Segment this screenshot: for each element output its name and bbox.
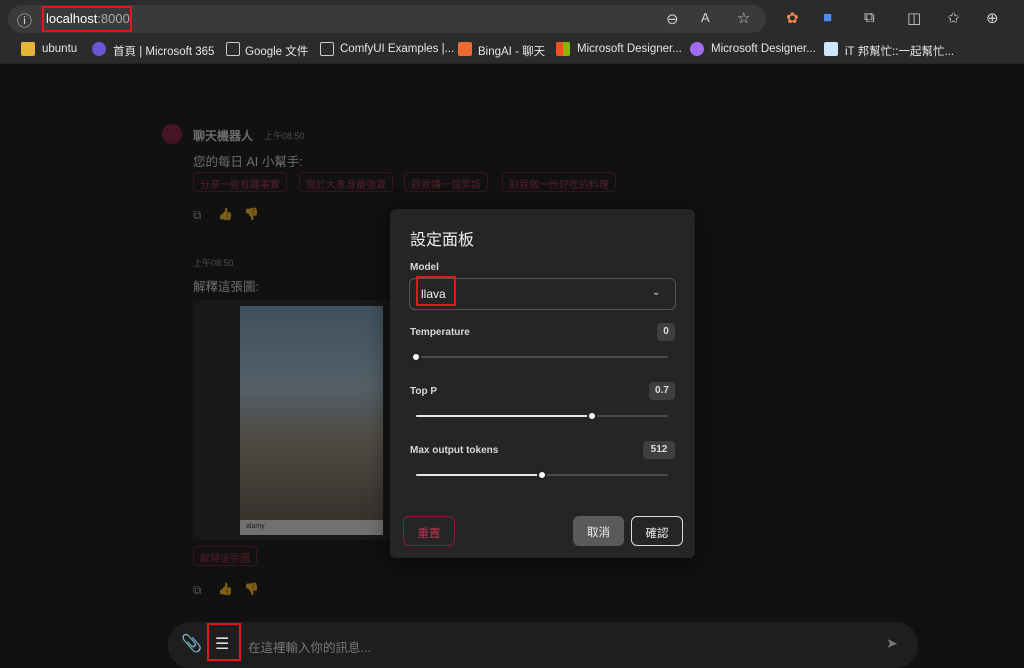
bookmark-comfyui[interactable]: ComfyUI Examples |... bbox=[340, 43, 454, 55]
url-host: localhost bbox=[46, 11, 98, 26]
bookmark-m365[interactable]: 首頁 | Microsoft 365 bbox=[113, 43, 214, 59]
bot-message: 您的每日 AI 小幫手: bbox=[193, 155, 303, 169]
confirm-button[interactable]: 確認 bbox=[631, 516, 683, 546]
thumbs-down-icon[interactable]: 👎 bbox=[244, 582, 259, 596]
suggestion-chip[interactable]: 分享一些有趣事實 bbox=[193, 172, 287, 192]
read-aloud-icon[interactable]: A bbox=[701, 10, 710, 25]
thumbs-up-icon[interactable]: 👍 bbox=[218, 582, 233, 596]
top-p-slider-thumb[interactable] bbox=[587, 411, 597, 421]
settings-sliders-icon[interactable]: ☰ bbox=[215, 634, 229, 654]
model-label: Model bbox=[410, 262, 439, 273]
bookmark-ithelp[interactable]: iT 邦幫忙::一起幫忙... bbox=[845, 43, 954, 59]
uploaded-image[interactable] bbox=[240, 306, 383, 535]
bookmark-bingai[interactable]: BingAI - 聊天 bbox=[478, 43, 545, 59]
user-chip[interactable]: 解釋這張圖 bbox=[193, 546, 257, 566]
temperature-label: Temperature bbox=[410, 327, 470, 338]
chevron-down-icon: ⌄ bbox=[652, 287, 661, 298]
m365-icon bbox=[92, 42, 106, 56]
translate-icon[interactable]: ■ bbox=[823, 9, 832, 26]
max-tokens-value: 512 bbox=[643, 441, 675, 459]
message-input[interactable]: 在這裡輸入你的訊息... bbox=[248, 637, 371, 656]
model-value: llava bbox=[421, 287, 446, 301]
cancel-button[interactable]: 取消 bbox=[573, 516, 624, 546]
bookmark-designer-2[interactable]: Microsoft Designer... bbox=[711, 43, 816, 55]
bot-name: 聊天機器人 bbox=[193, 129, 254, 143]
microsoft-icon bbox=[556, 42, 570, 56]
attach-icon[interactable]: 📎 bbox=[181, 634, 202, 654]
copy-icon[interactable]: ⧉ bbox=[193, 583, 202, 598]
temperature-value: 0 bbox=[657, 323, 675, 341]
bot-timestamp: 上午08:50 bbox=[264, 131, 305, 141]
max-tokens-slider-fill bbox=[416, 474, 542, 476]
bot-avatar bbox=[162, 124, 182, 144]
user-timestamp: 上午08:50 bbox=[193, 258, 234, 268]
max-tokens-label: Max output tokens bbox=[410, 445, 499, 456]
bookmark-google-docs[interactable]: Google 文件 bbox=[245, 43, 308, 59]
bingai-icon bbox=[458, 42, 472, 56]
thumbs-down-icon[interactable]: 👎 bbox=[244, 207, 259, 221]
bookmark-ubuntu[interactable]: ubuntu bbox=[42, 43, 77, 55]
top-p-value: 0.7 bbox=[649, 382, 675, 400]
top-p-slider-fill bbox=[416, 415, 592, 417]
favorites-icon[interactable]: ✩ bbox=[947, 9, 960, 27]
extension-icon[interactable]: ✿ bbox=[786, 9, 799, 27]
send-icon[interactable]: ➤ bbox=[886, 635, 898, 652]
info-icon[interactable]: ⓘ bbox=[17, 10, 32, 31]
page-icon bbox=[320, 42, 334, 56]
extensions-puzzle-icon[interactable]: ⧉ bbox=[864, 9, 875, 26]
collections-icon[interactable]: ⊕ bbox=[986, 9, 999, 27]
bookmark-designer-1[interactable]: Microsoft Designer... bbox=[577, 43, 682, 55]
suggestion-chip[interactable]: 關於大象身最強寶 bbox=[299, 172, 393, 192]
thumbs-up-icon[interactable]: 👍 bbox=[218, 207, 233, 221]
top-p-label: Top P bbox=[410, 386, 438, 397]
favorite-star-icon[interactable]: ☆ bbox=[737, 9, 750, 27]
temperature-slider-track[interactable] bbox=[416, 356, 668, 358]
user-message: 解釋這張圖: bbox=[193, 280, 259, 294]
zoom-icon[interactable]: ⊖ bbox=[666, 10, 679, 28]
reset-button[interactable]: 重置 bbox=[403, 516, 455, 546]
suggestion-chip[interactable]: 對我做一份好吃的料理 bbox=[502, 172, 616, 192]
suggestion-chip[interactable]: 跟我講一個笑話 bbox=[404, 172, 488, 192]
modal-title: 設定面板 bbox=[410, 232, 475, 249]
url-text[interactable]: localhost:8000 bbox=[46, 11, 130, 26]
folder-icon bbox=[21, 42, 35, 56]
designer-icon bbox=[690, 42, 704, 56]
url-port: :8000 bbox=[97, 11, 130, 26]
copy-icon[interactable]: ⧉ bbox=[193, 208, 202, 223]
page-icon bbox=[226, 42, 240, 56]
split-screen-icon[interactable]: ◫ bbox=[907, 9, 921, 27]
temperature-slider-thumb[interactable] bbox=[411, 352, 421, 362]
ithome-icon bbox=[824, 42, 838, 56]
image-watermark: alamy bbox=[240, 520, 383, 535]
max-tokens-slider-thumb[interactable] bbox=[537, 470, 547, 480]
